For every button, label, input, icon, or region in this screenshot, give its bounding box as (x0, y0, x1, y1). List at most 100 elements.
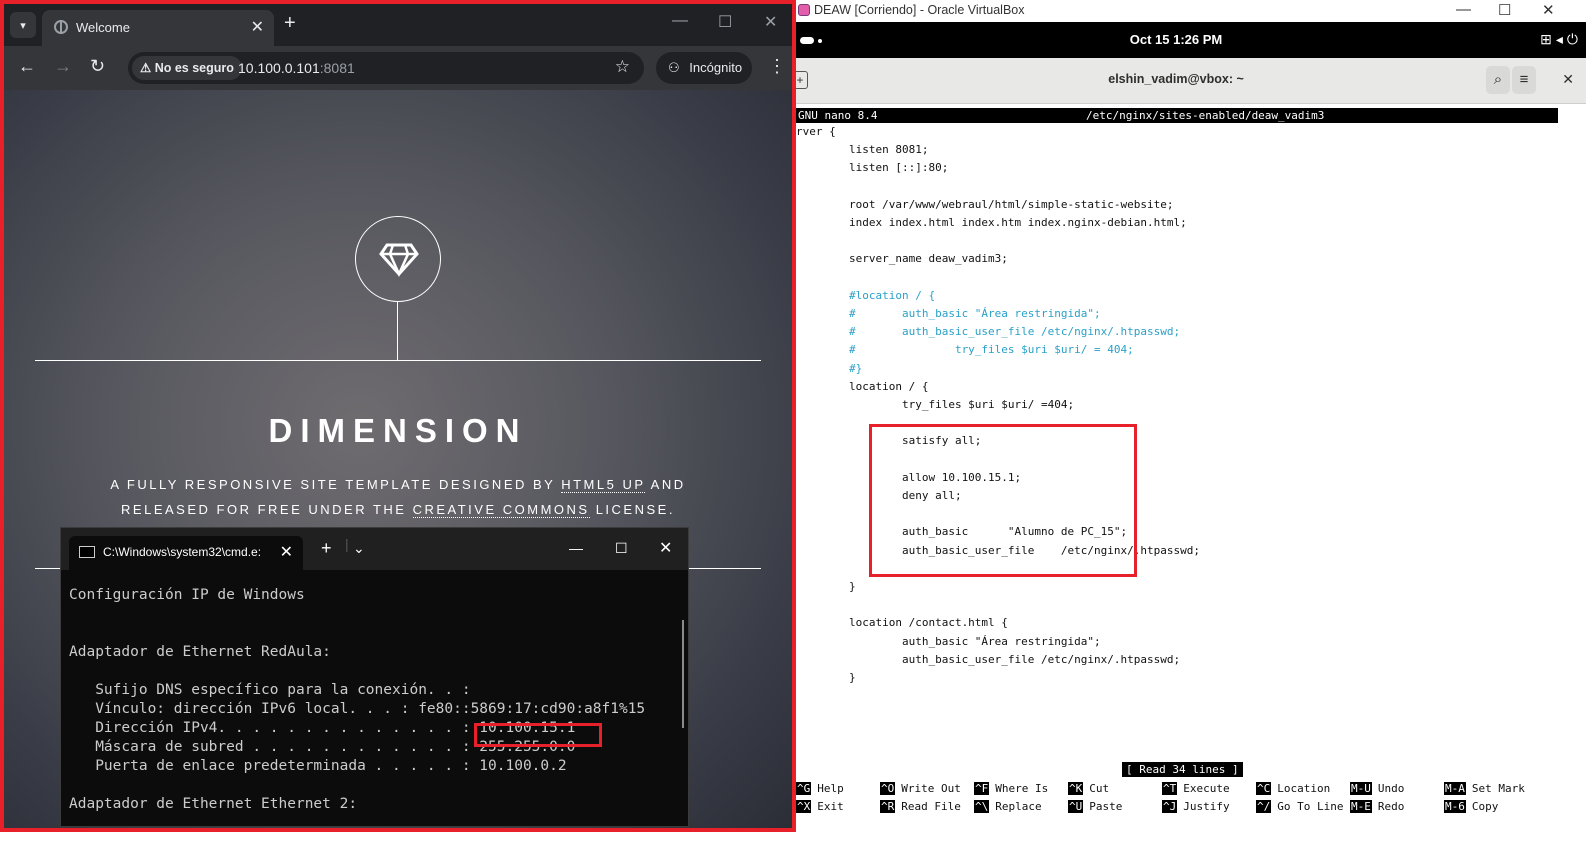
shortcut-label: Help (817, 782, 844, 795)
code-line: auth_basic "Área restringida"; (796, 634, 1101, 648)
tab-search-chevron-down-icon[interactable]: ▾ (10, 12, 36, 38)
virtualbox-title: DEAW [Corriendo] - Oracle VirtualBox (814, 3, 1025, 17)
code-line: index index.html index.htm index.nginx-d… (796, 216, 1187, 229)
virtualbox-titlebar: DEAW [Corriendo] - Oracle VirtualBox — ☐… (796, 0, 1586, 22)
clock[interactable]: Oct 15 1:26 PM (796, 32, 1556, 47)
shortcut-key: ^U (1068, 800, 1084, 813)
nano-shortcut: M-U Undo (1350, 781, 1404, 796)
creative-commons-link[interactable]: CREATIVE COMMONS (412, 502, 590, 518)
vb-minimize-icon[interactable]: — (1456, 1, 1471, 18)
terminal-title: elshin_vadim@vbox: ~ (1108, 72, 1244, 86)
maximize-icon[interactable]: ☐ (718, 12, 732, 32)
shortcut-key: ^C (1256, 782, 1272, 795)
vb-maximize-icon[interactable]: ☐ (1498, 1, 1511, 19)
incognito-badge[interactable]: ⚇ Incógnito (656, 52, 752, 84)
cmd-line (69, 605, 676, 624)
reload-icon[interactable]: ↻ (90, 56, 105, 77)
forward-arrow-icon[interactable]: → (54, 56, 72, 77)
vb-close-icon[interactable]: ✕ (1542, 1, 1555, 19)
cmd-dropdown-chevron-icon[interactable]: ⌄ (353, 540, 365, 557)
terminal-hamburger-menu-icon[interactable]: ≡ (1512, 66, 1536, 94)
nano-shortcut: ^T Execute (1162, 781, 1230, 796)
back-arrow-icon[interactable]: ← (18, 56, 36, 77)
shortcut-label: Write Out (901, 782, 961, 795)
cmd-line: Adaptador de Ethernet Ethernet 2: (69, 796, 358, 812)
code-line: location / { (796, 379, 929, 393)
cmd-tab-close-icon[interactable]: ✕ (280, 542, 293, 562)
cmd-close-icon[interactable]: ✕ (659, 538, 672, 558)
url-host: 10.100.0.101 (238, 60, 320, 76)
shortcut-key: ^T (1162, 782, 1178, 795)
shortcut-label: Undo (1377, 782, 1405, 795)
globe-icon (54, 20, 68, 34)
code-line: # auth_basic "Área restringida"; (796, 307, 1101, 320)
cmd-line: Puerta de enlace predeterminada . . . . … (69, 758, 567, 774)
site-title: DIMENSION (268, 412, 528, 449)
shortcut-label: Read File (901, 800, 961, 813)
nano-shortcut: ^R Read File (880, 799, 961, 814)
not-secure-badge[interactable]: ⚠ No es seguro (132, 56, 242, 80)
shortcut-label: Paste (1089, 800, 1123, 813)
terminal-headerbar: + elshin_vadim@vbox: ~ ⌕ ≡ ✕ (796, 58, 1586, 104)
code-line: location /contact.html { (796, 616, 1008, 630)
cmd-icon (79, 546, 95, 558)
cmd-window[interactable]: C:\Windows\system32\cmd.e: ✕ + | ⌄ — ☐ ✕… (60, 527, 689, 827)
not-secure-label: No es seguro (154, 61, 234, 75)
site-subtitle: A FULLY RESPONSIVE SITE TEMPLATE DESIGNE… (64, 472, 732, 522)
incognito-label: Incógnito (689, 60, 743, 75)
virtualbox-window: DEAW [Corriendo] - Oracle VirtualBox — ☐… (796, 0, 1586, 842)
cmd-line: Sufijo DNS específico para la conexión. … (69, 682, 471, 698)
cmd-new-tab-icon[interactable]: + (321, 538, 332, 559)
chrome-tab-strip: ▾ Welcome ✕ + — ☐ ✕ (4, 4, 792, 46)
tab-title: Welcome (76, 20, 130, 35)
nano-shortcut: M-E Redo (1350, 799, 1404, 814)
virtualbox-icon (798, 4, 810, 16)
minimize-icon[interactable]: — (672, 12, 688, 30)
subtitle-text: A FULLY RESPONSIVE SITE TEMPLATE DESIGNE… (110, 477, 562, 492)
desktop: ▾ Welcome ✕ + — ☐ ✕ ← → ↻ ⚠ No es seguro… (0, 0, 1586, 842)
cmd-scrollbar[interactable] (682, 620, 684, 728)
close-window-icon[interactable]: ✕ (764, 12, 777, 32)
shortcut-key: M-6 (1444, 800, 1466, 813)
cmd-titlebar: C:\Windows\system32\cmd.e: ✕ + | ⌄ — ☐ ✕ (61, 528, 688, 570)
chrome-toolbar: ← → ↻ ⚠ No es seguro 10.100.0.101:8081 ☆… (4, 46, 792, 90)
new-tab-plus-icon[interactable]: + (284, 12, 296, 35)
cmd-tab[interactable]: C:\Windows\system32\cmd.e: ✕ (69, 536, 303, 570)
shortcut-key: ^/ (1256, 800, 1272, 813)
bookmark-star-icon[interactable]: ☆ (615, 57, 630, 77)
cmd-maximize-icon[interactable]: ☐ (615, 540, 628, 557)
shortcut-label: Redo (1377, 800, 1405, 813)
shortcut-label: Set Mark (1471, 782, 1525, 795)
code-line: server_name deaw_vadim3; (796, 252, 1008, 266)
kebab-menu-icon[interactable]: ⋮ (768, 56, 786, 77)
nano-shortcut: ^F Where Is (974, 781, 1048, 796)
shortcut-key: ^O (880, 782, 896, 795)
nano-shortcut: ^K Cut (1068, 781, 1109, 796)
html5up-link[interactable]: HTML5 UP (561, 477, 646, 493)
shortcut-label: Cut (1089, 782, 1110, 795)
shortcut-label: Copy (1471, 800, 1499, 813)
shortcut-key: ^K (1068, 782, 1084, 795)
shortcut-label: Replace (995, 800, 1042, 813)
cmd-minimize-icon[interactable]: — (569, 540, 583, 556)
subtitle-text: LICENSE. (589, 502, 675, 517)
terminal-search-icon[interactable]: ⌕ (1486, 66, 1510, 94)
shortcut-key: M-U (1350, 782, 1372, 795)
incognito-icon: ⚇ (668, 60, 680, 75)
terminal-close-icon[interactable]: ✕ (1562, 71, 1574, 88)
nano-editor[interactable]: GNU nano 8.4 /etc/nginx/sites-enabled/de… (796, 105, 1586, 842)
cmd-output[interactable]: Configuración IP de Windows Adaptador de… (69, 586, 676, 814)
url-text[interactable]: 10.100.0.101:8081 (238, 60, 355, 76)
cmd-line: Adaptador de Ethernet RedAula: (69, 644, 331, 660)
system-tray-network-volume-power-icon[interactable]: ⊞◂⏻ (1540, 31, 1582, 48)
shortcut-label: Exit (817, 800, 844, 813)
nano-title-bar: GNU nano 8.4 /etc/nginx/sites-enabled/de… (796, 108, 1558, 123)
nano-shortcut: ^\ Replace (974, 799, 1042, 814)
address-bar[interactable]: ⚠ No es seguro 10.100.0.101:8081 ☆ (128, 52, 644, 84)
tab-welcome[interactable]: Welcome ✕ (42, 10, 274, 46)
cmd-line (69, 624, 676, 643)
shortcut-key: ^R (880, 800, 896, 813)
tab-close-icon[interactable]: ✕ (251, 17, 264, 37)
shortcut-key: ^G (796, 782, 812, 795)
site-logo (355, 216, 441, 302)
